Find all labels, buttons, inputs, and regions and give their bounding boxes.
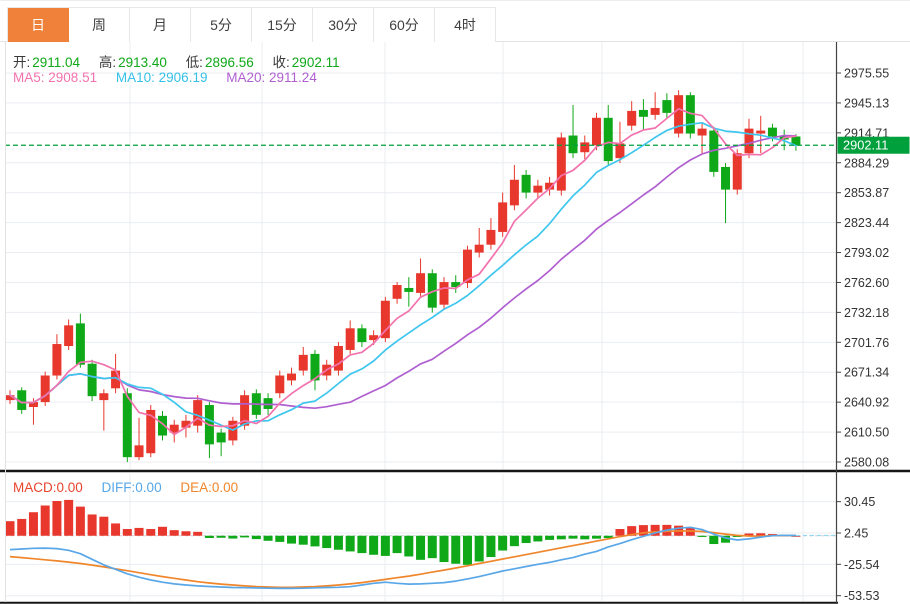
diff-label: DIFF: (102, 480, 136, 495)
macd-value: 0.00 (57, 480, 83, 495)
timeframe-tabbar: 日 周 月 5分 15分 30分 60分 4时 (7, 7, 496, 42)
kline-chart[interactable]: 2975.552945.132914.712884.292853.872823.… (0, 0, 910, 604)
dea-value: 0.00 (212, 480, 238, 495)
ma10-label: MA10: (116, 70, 155, 85)
tab-4hour[interactable]: 4时 (435, 8, 496, 42)
dea-label: DEA: (180, 480, 212, 495)
low-value: 2896.56 (205, 55, 254, 70)
svg-text:-53.53: -53.53 (844, 589, 879, 603)
high-label: 高: (99, 55, 116, 70)
svg-text:2610.50: 2610.50 (844, 426, 889, 440)
svg-text:-25.54: -25.54 (844, 558, 879, 572)
tab-month[interactable]: 月 (130, 8, 191, 42)
ma20-value: 2911.24 (269, 70, 317, 85)
ma10-value: 2906.19 (159, 70, 208, 85)
svg-text:2.45: 2.45 (844, 527, 868, 541)
svg-text:2701.76: 2701.76 (844, 336, 889, 350)
svg-text:2732.18: 2732.18 (844, 306, 889, 320)
diff-value: 0.00 (135, 480, 161, 495)
ma5-value: 2908.51 (48, 70, 97, 85)
svg-text:2902.11: 2902.11 (843, 138, 888, 153)
svg-text:2823.44: 2823.44 (844, 216, 889, 230)
close-label: 收: (273, 55, 290, 70)
macd-readout: MACD:0.00 DIFF:0.00 DEA:0.00 (13, 480, 253, 495)
close-value: 2902.11 (292, 55, 340, 70)
tab-week[interactable]: 周 (69, 8, 130, 42)
svg-text:2853.87: 2853.87 (844, 186, 889, 200)
open-label: 开: (13, 55, 30, 70)
svg-text:30.45: 30.45 (844, 495, 875, 509)
tab-60min[interactable]: 60分 (374, 8, 435, 42)
ohlc-readout: 开:2911.04 高:2913.40 低:2896.56 收:2902.11 (13, 51, 355, 71)
macd-label: MACD: (13, 480, 57, 495)
ma20-label: MA20: (226, 70, 265, 85)
svg-text:2884.29: 2884.29 (844, 156, 889, 170)
tab-day[interactable]: 日 (8, 8, 69, 42)
ma5-label: MA5: (13, 70, 45, 85)
svg-text:2793.02: 2793.02 (844, 246, 889, 260)
svg-text:2580.08: 2580.08 (844, 456, 889, 470)
open-value: 2911.04 (32, 55, 80, 70)
tab-30min[interactable]: 30分 (313, 8, 374, 42)
kline-app: 日 周 月 5分 15分 30分 60分 4时 2975.55 2945.13 29… (0, 0, 910, 604)
svg-text:2975.55: 2975.55 (844, 67, 889, 81)
svg-text:2640.92: 2640.92 (844, 396, 889, 410)
high-value: 2913.40 (118, 55, 167, 70)
svg-text:2762.60: 2762.60 (844, 276, 889, 290)
tab-5min[interactable]: 5分 (191, 8, 252, 42)
svg-text:2945.13: 2945.13 (844, 96, 889, 110)
svg-text:2671.34: 2671.34 (844, 366, 889, 380)
ma-readout: MA5: 2908.51 MA10: 2906.19 MA20: 2911.24 (13, 70, 332, 85)
tab-15min[interactable]: 15分 (252, 8, 313, 42)
low-label: 低: (186, 55, 203, 70)
